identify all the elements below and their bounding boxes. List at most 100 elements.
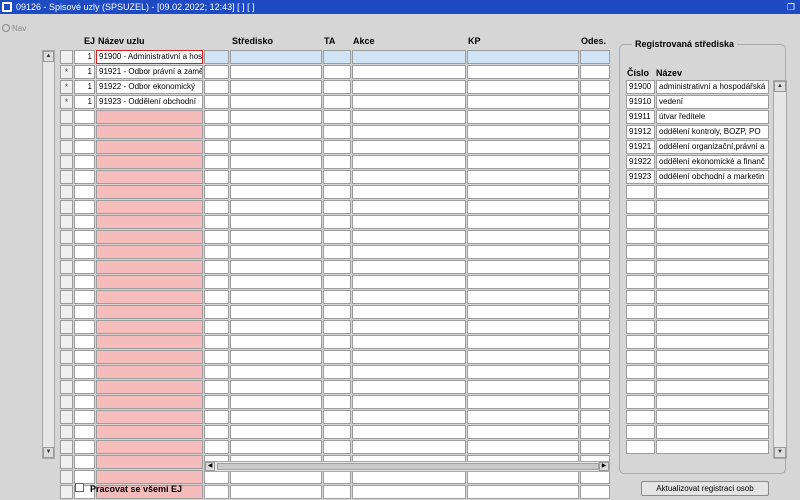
nazev-cell[interactable] (656, 440, 769, 454)
akce-cell[interactable] (352, 320, 466, 334)
row-selector[interactable] (60, 305, 73, 319)
kp-cell[interactable] (467, 65, 579, 79)
ej-cell[interactable] (74, 230, 95, 244)
stredisko-cell[interactable] (230, 425, 322, 439)
stredisko-cell[interactable] (230, 320, 322, 334)
cislo-cell[interactable] (626, 440, 655, 454)
nazev-cell[interactable] (656, 335, 769, 349)
cislo-cell[interactable]: 91910 (626, 95, 655, 109)
table-row[interactable] (60, 140, 611, 154)
ej-cell[interactable] (74, 320, 95, 334)
list-item[interactable]: 91900 administrativní a hospodářská (626, 80, 769, 94)
list-item[interactable] (626, 410, 769, 424)
extra-cell[interactable] (204, 260, 229, 274)
cislo-cell[interactable] (626, 200, 655, 214)
extra-cell[interactable] (204, 380, 229, 394)
row-selector[interactable] (60, 320, 73, 334)
table-row[interactable] (60, 185, 611, 199)
ej-cell[interactable] (74, 185, 95, 199)
extra-cell[interactable] (204, 440, 229, 454)
row-selector[interactable] (60, 410, 73, 424)
akce-cell[interactable] (352, 80, 466, 94)
nazev-uzlu-cell[interactable]: 91921 - Odbor právní a zaměstnanecký (96, 65, 203, 79)
nazev-uzlu-cell[interactable] (96, 155, 203, 169)
akce-cell[interactable] (352, 380, 466, 394)
ta-cell[interactable] (323, 425, 351, 439)
table-row[interactable] (60, 410, 611, 424)
stredisko-cell[interactable] (230, 380, 322, 394)
ej-cell[interactable] (74, 305, 95, 319)
odes-cell[interactable] (580, 380, 610, 394)
cislo-cell[interactable] (626, 335, 655, 349)
stredisko-cell[interactable] (230, 365, 322, 379)
nazev-cell[interactable] (656, 275, 769, 289)
row-selector[interactable] (60, 350, 73, 364)
nazev-uzlu-cell[interactable] (96, 230, 203, 244)
cislo-cell[interactable] (626, 185, 655, 199)
kp-cell[interactable] (467, 140, 579, 154)
row-selector[interactable]: * (60, 95, 73, 109)
row-selector[interactable] (60, 110, 73, 124)
ta-cell[interactable] (323, 80, 351, 94)
nazev-uzlu-cell[interactable] (96, 350, 203, 364)
cislo-cell[interactable] (626, 395, 655, 409)
akce-cell[interactable] (352, 95, 466, 109)
stredisko-cell[interactable] (230, 260, 322, 274)
table-row[interactable] (60, 395, 611, 409)
stredisko-cell[interactable] (230, 65, 322, 79)
scroll-down-icon[interactable]: ▼ (774, 447, 786, 458)
kp-cell[interactable] (467, 380, 579, 394)
nazev-cell[interactable]: administrativní a hospodářská (656, 80, 769, 94)
nazev-cell[interactable] (656, 305, 769, 319)
nazev-uzlu-cell[interactable] (96, 185, 203, 199)
table-row[interactable]: 191900 - Administrativní a hospodářská (60, 50, 611, 64)
ej-cell[interactable] (74, 215, 95, 229)
kp-cell[interactable] (467, 410, 579, 424)
extra-cell[interactable] (204, 140, 229, 154)
nazev-uzlu-cell[interactable] (96, 335, 203, 349)
nazev-uzlu-cell[interactable] (96, 260, 203, 274)
akce-cell[interactable] (352, 350, 466, 364)
ej-cell[interactable] (74, 140, 95, 154)
list-item[interactable]: 91922 oddělení ekonomické a finanč (626, 155, 769, 169)
extra-cell[interactable] (204, 365, 229, 379)
nazev-cell[interactable] (656, 365, 769, 379)
stredisko-cell[interactable] (230, 155, 322, 169)
main-vertical-scrollbar[interactable]: ▲ ▼ (42, 50, 55, 459)
stredisko-cell[interactable] (230, 290, 322, 304)
nazev-cell[interactable]: oddělení obchodní a marketin (656, 170, 769, 184)
nazev-uzlu-cell[interactable] (96, 395, 203, 409)
ta-cell[interactable] (323, 170, 351, 184)
akce-cell[interactable] (352, 305, 466, 319)
nazev-cell[interactable] (656, 350, 769, 364)
akce-cell[interactable] (352, 65, 466, 79)
row-selector[interactable]: * (60, 65, 73, 79)
table-row[interactable] (60, 275, 611, 289)
odes-cell[interactable] (580, 485, 610, 499)
odes-cell[interactable] (580, 170, 610, 184)
list-item[interactable] (626, 335, 769, 349)
table-row[interactable] (60, 200, 611, 214)
ej-cell[interactable] (74, 455, 95, 469)
row-selector[interactable] (60, 200, 73, 214)
row-selector[interactable] (60, 215, 73, 229)
update-registration-button[interactable]: Aktualizovat registraci osob (641, 481, 769, 496)
akce-cell[interactable] (352, 260, 466, 274)
extra-cell[interactable] (204, 65, 229, 79)
restore-window-icon[interactable]: ❐ (786, 2, 796, 12)
row-selector[interactable] (60, 260, 73, 274)
stredisko-cell[interactable] (230, 305, 322, 319)
row-selector[interactable] (60, 455, 73, 469)
row-selector[interactable] (60, 125, 73, 139)
scroll-up-icon[interactable]: ▲ (43, 51, 54, 62)
kp-cell[interactable] (467, 95, 579, 109)
akce-cell[interactable] (352, 125, 466, 139)
cislo-cell[interactable] (626, 260, 655, 274)
ta-cell[interactable] (323, 140, 351, 154)
extra-cell[interactable] (204, 230, 229, 244)
cislo-cell[interactable] (626, 365, 655, 379)
cislo-cell[interactable] (626, 350, 655, 364)
ej-cell[interactable] (74, 275, 95, 289)
akce-cell[interactable] (352, 140, 466, 154)
cislo-cell[interactable] (626, 230, 655, 244)
